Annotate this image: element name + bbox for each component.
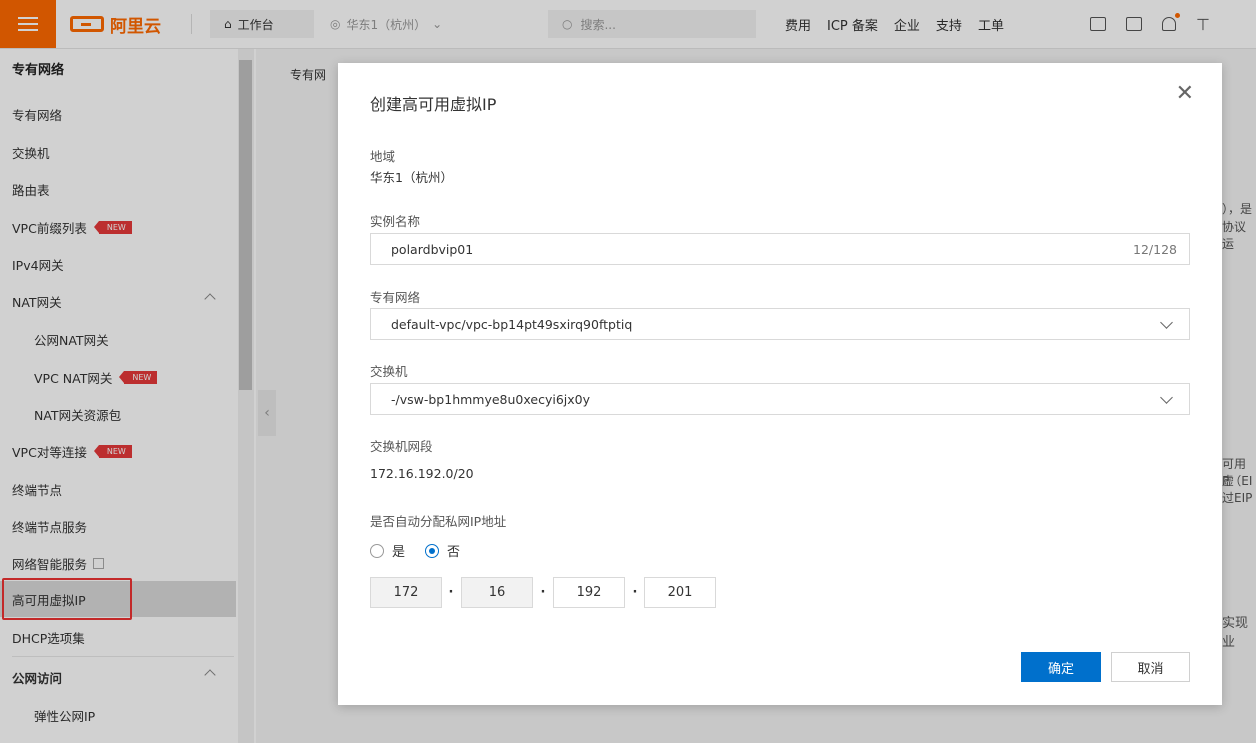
ip-separator: · — [448, 585, 454, 600]
radio-no[interactable] — [425, 543, 440, 558]
vswitch-select[interactable]: -/vsw-bp1hmmye8u0xecyi6jx0y — [370, 383, 1190, 415]
auto-assign-label: 是否自动分配私网IP地址 — [370, 514, 507, 529]
ip-separator: · — [540, 585, 546, 600]
close-icon[interactable]: ✕ — [1176, 83, 1194, 105]
cidr-label: 交换机网段 — [370, 439, 433, 454]
ip-octet-2: 16 — [461, 577, 533, 608]
region-value: 华东1（杭州） — [370, 170, 453, 185]
confirm-button[interactable]: 确定 — [1021, 652, 1101, 682]
name-input[interactable]: polardbvip01 12/128 — [370, 233, 1190, 265]
vswitch-select-value: -/vsw-bp1hmmye8u0xecyi6jx0y — [391, 391, 590, 407]
vpc-select-value: default-vpc/vpc-bp14pt49sxirq90ftptiq — [391, 316, 633, 332]
radio-yes[interactable] — [370, 543, 384, 558]
auto-assign-radio-group: 是 否 — [370, 541, 460, 560]
ip-octet-3[interactable]: 192 — [553, 577, 625, 608]
radio-yes-label: 是 — [392, 545, 406, 560]
char-counter: 12/128 — [1133, 241, 1177, 257]
vpc-select[interactable]: default-vpc/vpc-bp14pt49sxirq90ftptiq — [370, 308, 1190, 340]
dialog-title: 创建高可用虚拟IP — [370, 95, 497, 114]
create-havip-dialog: 创建高可用虚拟IP ✕ 地域 华东1（杭州） 实例名称 polardbvip01… — [338, 63, 1222, 705]
chevron-down-icon — [1160, 390, 1173, 404]
radio-no-label: 否 — [447, 545, 461, 560]
ip-separator: · — [632, 585, 638, 600]
ip-octet-4[interactable]: 201 — [644, 577, 716, 608]
vswitch-label: 交换机 — [370, 364, 408, 379]
region-label: 地域 — [370, 149, 396, 164]
cancel-button[interactable]: 取消 — [1111, 652, 1190, 682]
name-input-value: polardbvip01 — [391, 241, 474, 257]
ip-octet-1: 172 — [370, 577, 442, 608]
chevron-down-icon — [1160, 315, 1173, 329]
cidr-value: 172.16.192.0/20 — [370, 466, 474, 481]
vpc-label: 专有网络 — [370, 290, 421, 305]
name-label: 实例名称 — [370, 214, 421, 229]
